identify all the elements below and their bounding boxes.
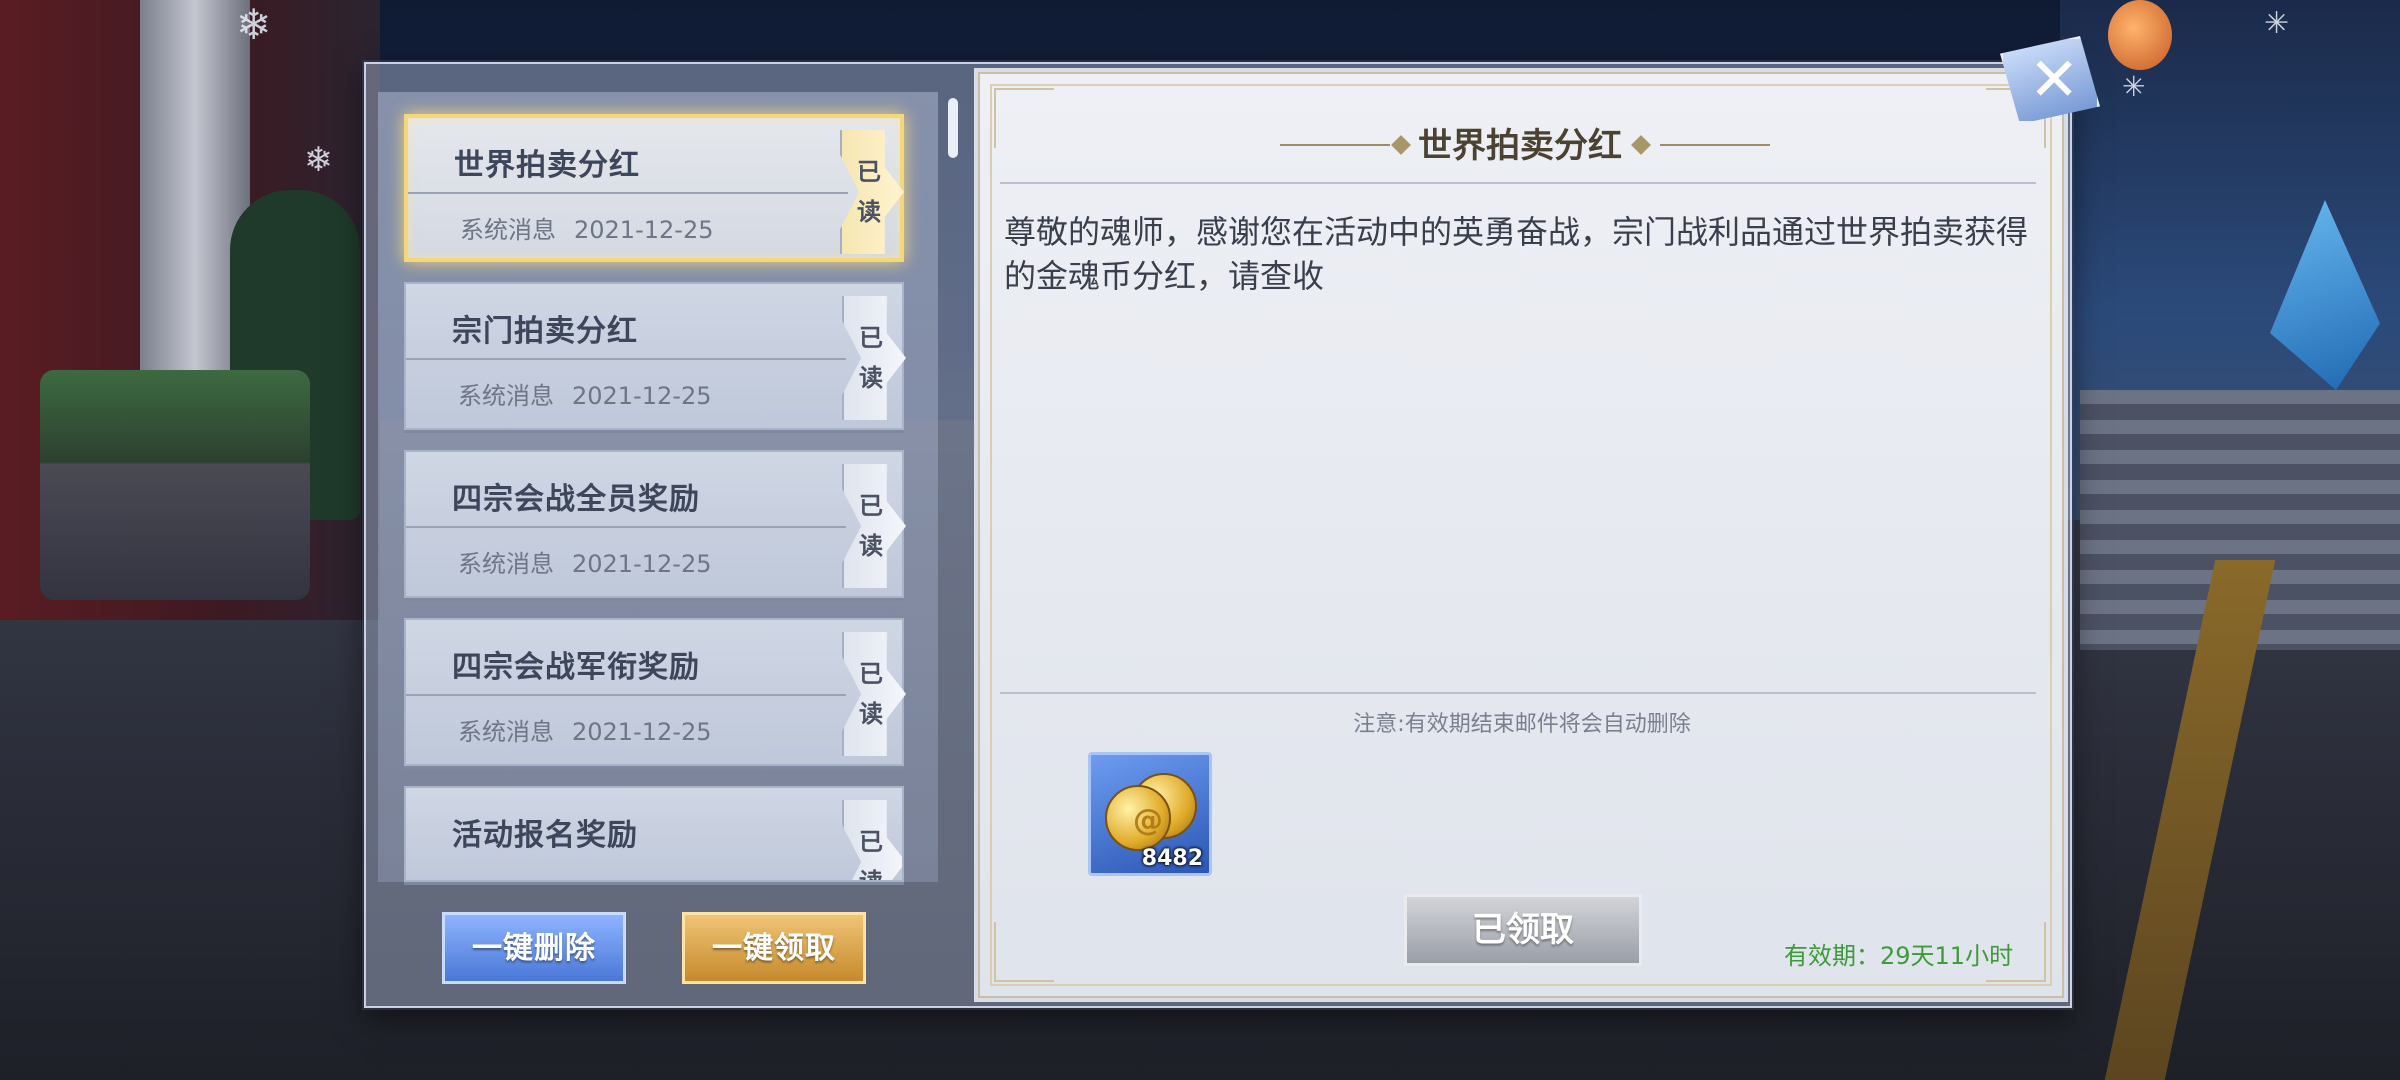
mail-title: 宗门拍卖分红 [452, 314, 638, 349]
mail-title: 四宗会战军衔奖励 [452, 650, 700, 685]
flower-planter [40, 370, 310, 600]
claimed-button[interactable]: 已领取 [1404, 894, 1642, 966]
gold-coin-icon: @ [1105, 785, 1171, 851]
detail-divider [1000, 692, 2036, 694]
title-ornament [1660, 144, 1770, 146]
read-status-label: 已读 [857, 157, 881, 226]
mail-title: 世界拍卖分红 [454, 148, 640, 183]
mail-meta: 系统消息 2021-12-25 [458, 712, 711, 747]
detail-divider [1000, 182, 2036, 184]
claim-all-button[interactable]: 一键领取 [682, 912, 866, 984]
mail-sender: 系统消息 [458, 550, 554, 578]
mail-title: 四宗会战全员奖励 [452, 482, 700, 517]
mail-date: 2021-12-25 [572, 550, 712, 578]
validity-text: 有效期：29天11小时 [1784, 942, 2014, 970]
read-status-label: 已读 [859, 491, 883, 560]
mail-meta: 系统消息 2021-12-25 [460, 210, 713, 245]
mail-sender: 系统消息 [458, 382, 554, 410]
detail-body: 尊敬的魂师，感谢您在活动中的英勇奋战，宗门战利品通过世界拍卖获得的金魂币分红，请… [1004, 213, 2029, 295]
mail-list-scrollbar[interactable] [948, 98, 958, 158]
reward-count: 8482 [1141, 846, 1203, 871]
mail-date: 2021-12-25 [572, 718, 712, 746]
close-icon: ✕ [2029, 45, 2080, 115]
corner-ornament [994, 88, 1054, 148]
snowflake-icon: ❄ [304, 140, 333, 180]
read-status-label: 已读 [859, 323, 883, 392]
expiry-notice: 注意:有效期结束邮件将会自动删除 [1353, 712, 1691, 737]
read-status-tag: 已读 [842, 632, 906, 756]
read-status-label: 已读 [859, 827, 883, 882]
mail-date: 2021-12-25 [572, 382, 712, 410]
read-status-label: 已读 [859, 659, 883, 728]
snowflake-icon: ✳ [2264, 6, 2290, 41]
read-status-tag: 已读 [842, 800, 902, 882]
mail-meta: 系统消息 2021-12-25 [458, 544, 711, 579]
mail-title: 活动报名奖励 [452, 818, 638, 853]
mail-divider [406, 358, 846, 360]
detail-title: 世界拍卖分红 [1418, 126, 1622, 166]
corner-ornament [994, 922, 1054, 982]
mail-item[interactable]: 四宗会战全员奖励 系统消息 2021-12-25 已读 [404, 450, 906, 598]
read-status-tag: 已读 [840, 130, 904, 254]
mail-sender: 系统消息 [460, 216, 556, 244]
mail-divider [408, 192, 848, 194]
delete-all-button[interactable]: 一键删除 [442, 912, 626, 984]
mail-item-selected[interactable]: 世界拍卖分红 系统消息 2021-12-25 已读 [404, 114, 904, 262]
mail-divider [406, 526, 846, 528]
mail-item[interactable]: 活动报名奖励 已读 [404, 786, 904, 882]
snowflake-icon: ✳ [2122, 70, 2146, 103]
mail-sender: 系统消息 [458, 718, 554, 746]
reward-item[interactable]: @ 8482 [1088, 752, 1212, 876]
lantern [2108, 0, 2172, 70]
mail-divider [406, 694, 846, 696]
snowflake-icon: ❄ [236, 0, 272, 49]
read-status-tag: 已读 [842, 296, 906, 420]
read-status-tag: 已读 [842, 464, 906, 588]
mail-item[interactable]: 四宗会战军衔奖励 系统消息 2021-12-25 已读 [404, 618, 906, 766]
mail-meta: 系统消息 2021-12-25 [458, 376, 711, 411]
mail-item[interactable]: 宗门拍卖分红 系统消息 2021-12-25 已读 [404, 282, 906, 430]
mail-date: 2021-12-25 [574, 216, 714, 244]
